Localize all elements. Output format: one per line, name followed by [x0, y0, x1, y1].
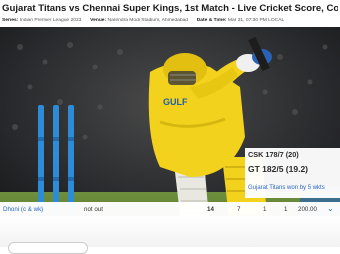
- date-value: Mar 31, 07:30 PM LOCAL: [227, 18, 285, 23]
- series-label: Series:: [2, 18, 19, 23]
- match-result-link[interactable]: Gujarat Titans won by 5 wkts: [248, 185, 325, 191]
- innings-1-score: CSK 178/7 (20): [248, 150, 299, 159]
- balls-value: 7: [237, 206, 241, 213]
- sixes-value: 1: [284, 206, 288, 213]
- strike-rate-value: 200.00: [298, 206, 317, 213]
- series-value: Indian Premier League 2023: [19, 18, 82, 23]
- svg-text:GULF: GULF: [163, 97, 188, 107]
- match-title: Gujarat Titans vs Chennai Super Kings, 1…: [2, 3, 338, 14]
- match-meta: Series: Indian Premier League 2023 Venue…: [2, 18, 340, 23]
- batting-row: Dhoni (c & wk) not out 14 7 1 1 200.00 ⌄: [0, 202, 340, 216]
- date-label: Date & Time:: [196, 18, 227, 23]
- batsman-name-link[interactable]: Dhoni (c & wk): [3, 206, 43, 213]
- venue-label: Venue:: [90, 18, 107, 23]
- innings-2-score: GT 182/5 (19.2): [248, 164, 309, 174]
- bottom-pill-control[interactable]: [8, 242, 88, 254]
- fours-value: 1: [263, 206, 267, 213]
- venue-value: Narendra Modi Stadium, Ahmedabad: [107, 18, 189, 23]
- chevron-down-icon[interactable]: ⌄: [327, 204, 334, 213]
- score-summary: CSK 178/7 (20) GT 182/5 (19.2) Gujarat T…: [245, 148, 340, 198]
- dismissal-status: not out: [84, 206, 103, 213]
- runs-value: 14: [207, 206, 214, 213]
